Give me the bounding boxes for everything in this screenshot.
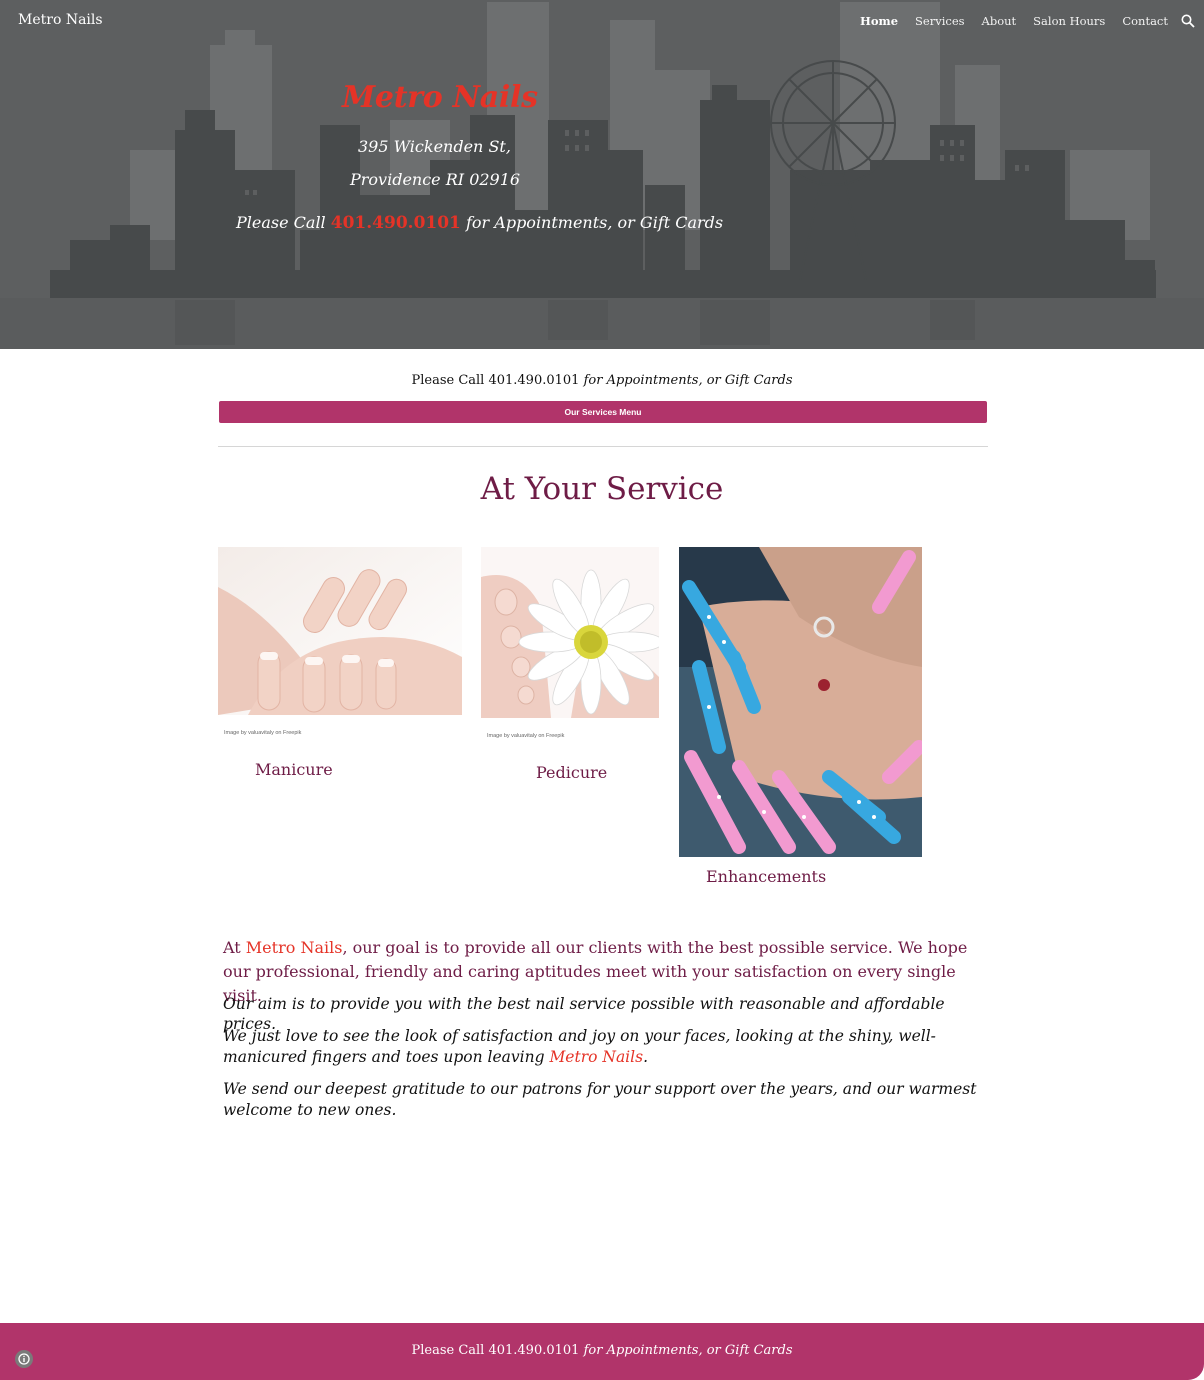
services-menu-button[interactable]: Our Services Menu [219,401,987,423]
nav-about[interactable]: About [982,14,1017,28]
manicure-image-credit: Image by valuavitaly on Freepik [224,730,302,736]
enhancements-image [679,547,922,857]
hero-call-prefix: Please Call [236,213,331,232]
section-title: At Your Service [480,471,724,507]
footer-call-prefix: Please Call 401.490.0101 [411,1343,584,1358]
pedicure-image [481,547,659,718]
service-label-manicure: Manicure [255,760,333,779]
satisfaction-suffix: . [643,1048,648,1066]
hero-address-line1: 395 Wickenden St, [358,137,511,156]
section-divider [218,446,988,447]
top-navigation-bar: Metro Nails Home Services About Salon Ho… [0,0,1204,42]
hero-phone-number[interactable]: 401.490.0101 [331,213,461,233]
nav-services[interactable]: Services [915,14,965,28]
call-line-prefix: Please Call 401.490.0101 [411,373,584,388]
city-skyline-image [0,2,1204,349]
pedicure-image-credit: Image by valuavitaly on Freepik [487,733,565,739]
hero-call-suffix: for Appointments, or Gift Cards [460,213,724,232]
nav-home[interactable]: Home [860,14,898,28]
nav-contact[interactable]: Contact [1122,14,1168,28]
hero-banner: Metro Nails Home Services About Salon Ho… [0,0,1204,349]
intro-brand: Metro Nails [245,938,343,957]
service-label-enhancements: Enhancements [706,867,827,886]
search-icon[interactable] [1181,14,1195,28]
footer: Please Call 401.490.0101 for Appointment… [0,1323,1204,1380]
manicure-image [218,547,462,715]
hero-address-line2: Providence RI 02916 [350,170,521,189]
site-title-link[interactable]: Metro Nails [18,12,103,28]
footer-call-suffix: for Appointments, or Gift Cards [583,1343,793,1358]
call-line-suffix: for Appointments, or Gift Cards [583,373,793,388]
main-nav: Home Services About Salon Hours Contact [860,14,1204,28]
hero-title: Metro Nails [342,80,538,115]
intro-prefix: At [223,938,246,957]
footer-call-line: Please Call 401.490.0101 for Appointment… [0,1343,1204,1358]
gratitude-paragraph: We send our deepest gratitude to our pat… [223,1080,977,1119]
satisfaction-paragraph: We just love to see the look of satisfac… [223,1026,983,1068]
call-line: Please Call 401.490.0101 for Appointment… [0,373,1204,388]
hero-call-line: Please Call 401.490.0101 for Appointment… [236,213,723,233]
satisfaction-brand: Metro Nails [549,1048,644,1066]
nav-salon-hours[interactable]: Salon Hours [1033,14,1105,28]
service-label-pedicure: Pedicure [536,763,608,782]
